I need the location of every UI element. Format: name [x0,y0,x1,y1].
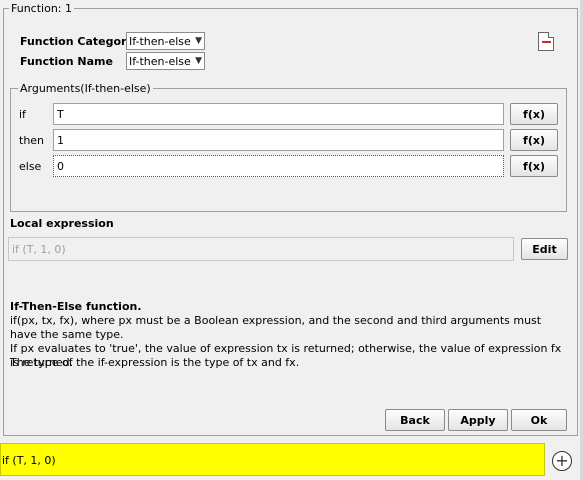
function-category-select[interactable]: If-then-else ▼ [126,32,205,50]
apply-button[interactable]: Apply [448,409,508,431]
else-input[interactable]: 0 [53,155,504,177]
then-function-button[interactable]: f(x) [510,129,558,151]
edit-button[interactable]: Edit [521,238,568,260]
function-group-title: Function: 1 [9,2,74,15]
back-button[interactable]: Back [385,409,445,431]
if-function-button[interactable]: f(x) [510,103,558,125]
description-line-1: if(px, tx, fx), where px must be a Boole… [10,314,542,341]
description-title: If-Then-Else function. [10,300,142,313]
else-function-button[interactable]: f(x) [510,155,558,177]
chevron-down-icon: ▼ [195,36,202,46]
function-category-value: If-then-else [129,34,191,48]
function-name-value: If-then-else [129,54,191,68]
then-input[interactable]: 1 [53,129,504,151]
function-name-select[interactable]: If-then-else ▼ [126,52,205,70]
local-expression-label: Local expression [10,217,114,230]
local-expression-field: if (T, 1, 0) [8,237,514,261]
else-label: else [19,160,42,173]
chevron-down-icon: ▼ [195,56,202,66]
if-label: if [19,108,26,121]
expression-bar[interactable]: if (T, 1, 0) [0,443,545,476]
document-icon[interactable] [538,32,554,51]
function-name-label: Function Name [20,55,113,68]
function-category-label: Function Category [20,35,134,48]
then-label: then [19,134,45,147]
ok-button[interactable]: Ok [511,409,567,431]
if-input[interactable]: T [53,103,504,125]
add-circle-icon[interactable]: + [552,451,572,471]
description-line-3: The type of the if-expression is the typ… [10,356,300,369]
arguments-group-title: Arguments(If-then-else) [18,82,153,95]
